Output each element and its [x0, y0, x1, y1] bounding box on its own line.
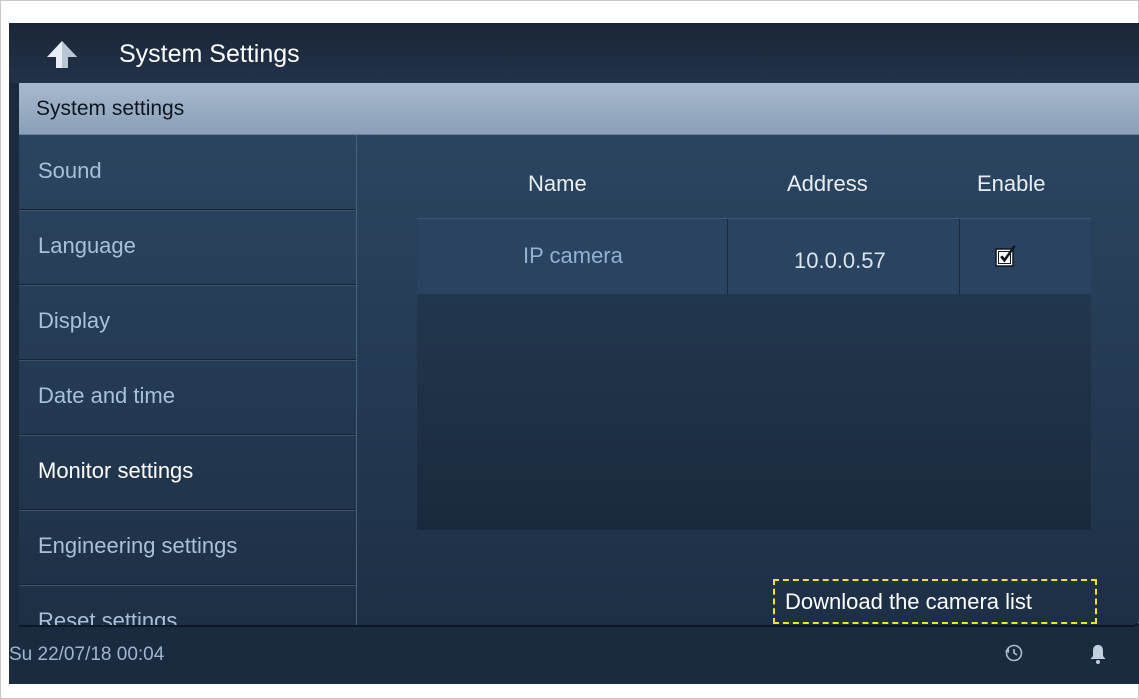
camera-name: IP camera: [523, 243, 623, 268]
device-screen: System Settings System settings Sound La…: [9, 23, 1139, 684]
download-camera-list-button[interactable]: Download the camera list: [773, 579, 1097, 624]
camera-table: IP camera 10.0.0.57: [417, 218, 1091, 530]
page-title: System Settings: [119, 40, 300, 68]
sidebar-item-reset-settings[interactable]: Reset settings: [19, 585, 356, 625]
column-header-enable: Enable: [977, 171, 1046, 196]
sidebar-item-label: Sound: [38, 158, 102, 183]
status-datetime: Su 22/07/18 00:04: [9, 644, 165, 665]
sidebar-item-label: Reset settings: [38, 608, 178, 625]
sidebar-item-label: Language: [38, 233, 136, 258]
cell-address: 10.0.0.57: [728, 219, 960, 295]
sidebar-item-engineering-settings[interactable]: Engineering settings: [19, 510, 356, 585]
sidebar-item-date-and-time[interactable]: Date and time: [19, 360, 356, 435]
sidebar: Sound Language Display Date and time Mon…: [19, 135, 357, 625]
sidebar-item-label: Engineering settings: [38, 533, 238, 558]
sidebar-item-language[interactable]: Language: [19, 210, 356, 285]
bell-icon[interactable]: [1087, 642, 1109, 666]
back-arrow-icon[interactable]: [45, 37, 79, 71]
history-icon[interactable]: [1003, 642, 1025, 664]
camera-list-content: Name Address Enable IP camera 10.0.0.57: [357, 135, 1139, 625]
title-bar: System Settings: [9, 23, 1139, 83]
column-header-name: Name: [528, 171, 587, 196]
camera-address: 10.0.0.57: [794, 248, 886, 273]
sidebar-item-label: Display: [38, 308, 111, 333]
table-row[interactable]: IP camera 10.0.0.57: [417, 218, 1091, 295]
cell-name: IP camera: [417, 219, 728, 295]
enable-checkbox[interactable]: [994, 244, 1018, 268]
sidebar-item-sound[interactable]: Sound: [19, 135, 356, 210]
column-header-address: Address: [787, 171, 868, 196]
sidebar-item-monitor-settings[interactable]: Monitor settings: [19, 435, 356, 510]
download-camera-list-label: Download the camera list: [785, 589, 1033, 614]
sidebar-item-label: Date and time: [38, 383, 175, 408]
sidebar-item-display[interactable]: Display: [19, 285, 356, 360]
section-title: System settings: [36, 97, 185, 120]
sidebar-item-label: Monitor settings: [38, 458, 194, 483]
device-frame: System Settings System settings Sound La…: [0, 0, 1139, 699]
section-header: System settings: [19, 83, 1139, 135]
settings-panel: Sound Language Display Date and time Mon…: [19, 135, 1139, 627]
cell-enable: [960, 219, 1091, 295]
status-bar: Su 22/07/18 00:04: [9, 627, 1139, 684]
